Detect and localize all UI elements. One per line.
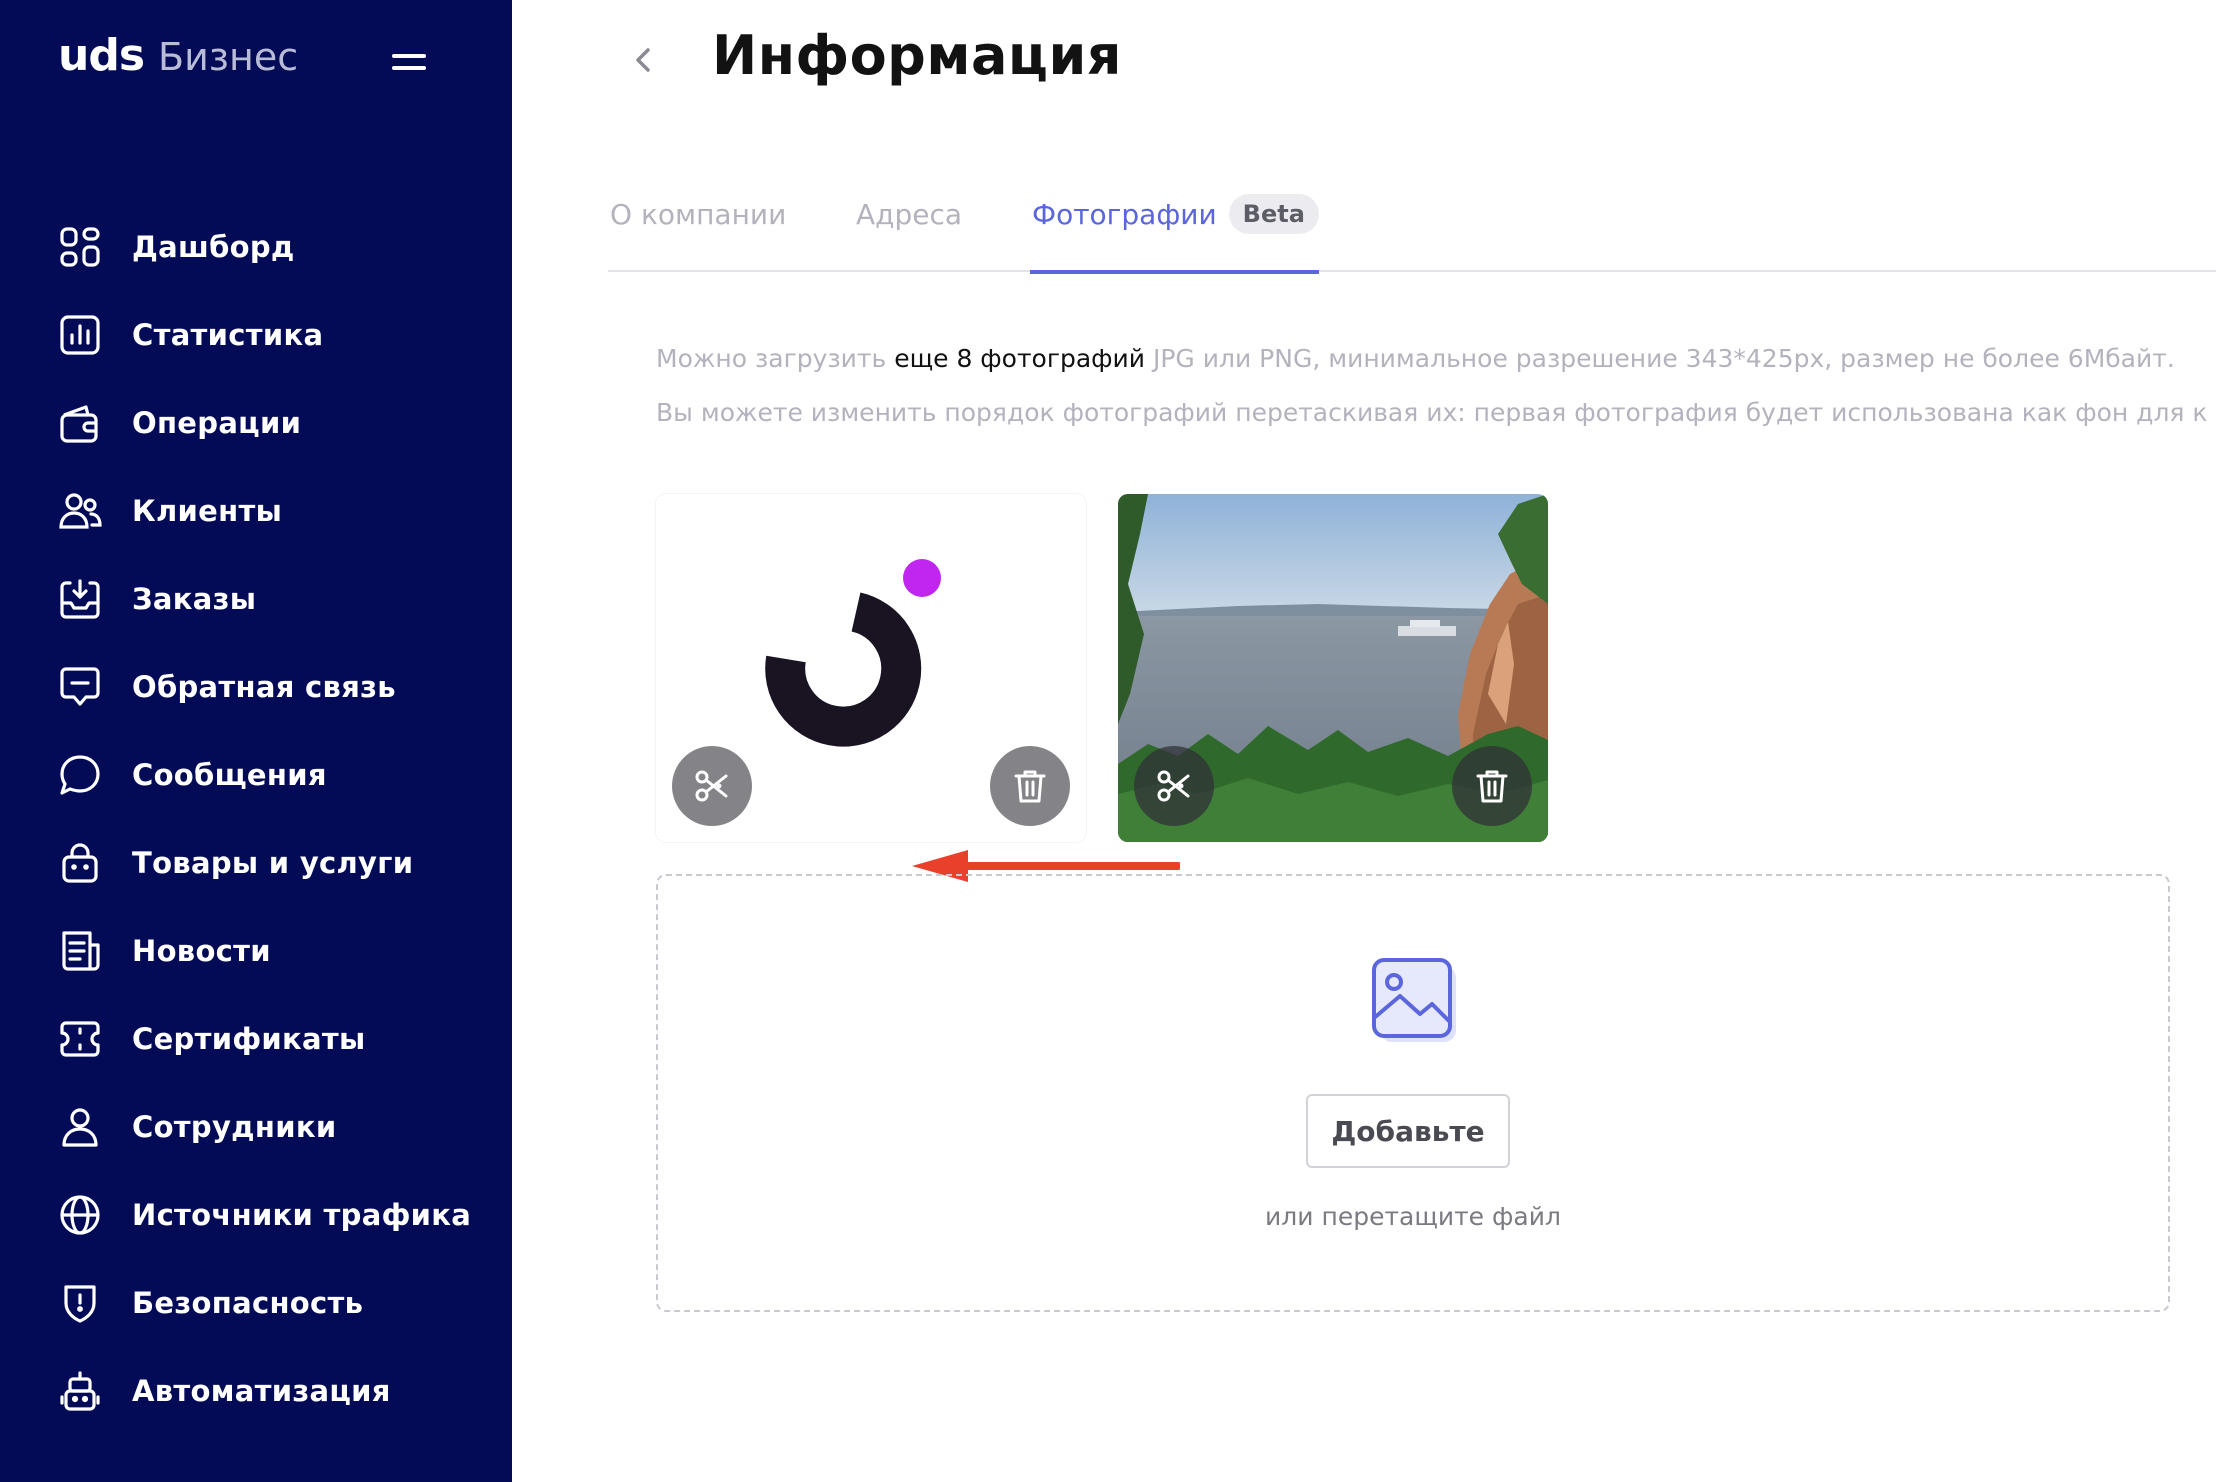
beta-badge: Beta: [1228, 194, 1319, 234]
sidebar-item-traffic-sources[interactable]: Источники трафика: [0, 1171, 512, 1259]
dropzone-hint: или перетащите файл: [1265, 1202, 1561, 1231]
orders-icon: [58, 577, 102, 621]
sidebar-item-label: Операции: [132, 406, 302, 440]
sidebar-item-goods[interactable]: Товары и услуги: [0, 819, 512, 907]
crop-button[interactable]: [1134, 746, 1214, 826]
sidebar-item-label: Источники трафика: [132, 1198, 472, 1232]
sidebar-item-messages[interactable]: Сообщения: [0, 731, 512, 819]
remaining-photos-count: еще 8 фотографий: [894, 344, 1146, 373]
info-text: JPG или PNG, минимальное разрешение 343*…: [1152, 344, 2175, 373]
photo-thumbnail-landscape[interactable]: [1118, 494, 1548, 842]
upload-info-line: Можно загрузить еще 8 фотографий JPG или…: [656, 344, 2175, 373]
goods-icon: [58, 841, 102, 885]
statistics-icon: [58, 313, 102, 357]
operations-icon: [58, 401, 102, 445]
back-chevron-icon[interactable]: [628, 40, 658, 80]
feedback-icon: [58, 665, 102, 709]
sidebar-item-label: Обратная связь: [132, 670, 396, 704]
page-title: Информация: [712, 24, 1122, 87]
sidebar: uds Бизнес Дашборд Статистика Операции К…: [0, 0, 512, 1482]
sidebar-item-employees[interactable]: Сотрудники: [0, 1083, 512, 1171]
scissors-icon: [1157, 770, 1190, 802]
sidebar-item-certificates[interactable]: Сертификаты: [0, 995, 512, 1083]
shield-icon: [58, 1281, 102, 1325]
sidebar-item-news[interactable]: Новости: [0, 907, 512, 995]
image-placeholder-icon: [1372, 958, 1456, 1042]
sidebar-item-label: Дашборд: [132, 230, 295, 264]
tab-about[interactable]: О компании: [610, 196, 786, 270]
logo-main: uds: [58, 30, 145, 81]
tab-label: Адреса: [856, 198, 963, 231]
sidebar-item-label: Статистика: [132, 318, 324, 352]
sidebar-item-dashboard[interactable]: Дашборд: [0, 203, 512, 291]
sidebar-item-clients[interactable]: Клиенты: [0, 467, 512, 555]
crop-button[interactable]: [672, 746, 752, 826]
scissors-icon: [695, 770, 728, 802]
tab-photos[interactable]: Фотографии Beta: [1030, 194, 1319, 274]
photo-thumbnail-logo[interactable]: [656, 494, 1086, 842]
logo-sub: Бизнес: [158, 35, 299, 79]
employees-icon: [58, 1105, 102, 1149]
tab-label: О компании: [610, 198, 787, 231]
add-photo-button[interactable]: Добавьте: [1306, 1094, 1510, 1168]
robot-icon: [58, 1369, 102, 1413]
tab-addresses[interactable]: Адреса: [856, 196, 962, 270]
tab-label: Фотографии: [1032, 198, 1217, 231]
photo-dropzone[interactable]: Добавьте или перетащите файл: [656, 874, 2170, 1312]
sidebar-item-label: Товары и услуги: [132, 846, 414, 880]
sidebar-item-security[interactable]: Безопасность: [0, 1259, 512, 1347]
trash-icon: [1476, 770, 1508, 803]
delete-button[interactable]: [1452, 746, 1532, 826]
info-text: Можно загрузить: [656, 344, 887, 373]
sidebar-item-label: Сообщения: [132, 758, 327, 792]
sidebar-item-operations[interactable]: Операции: [0, 379, 512, 467]
sidebar-item-label: Новости: [132, 934, 271, 968]
news-icon: [58, 929, 102, 973]
sidebar-item-feedback[interactable]: Обратная связь: [0, 643, 512, 731]
delete-button[interactable]: [990, 746, 1070, 826]
trash-icon: [1014, 770, 1046, 803]
sidebar-item-label: Заказы: [132, 582, 257, 616]
logo[interactable]: uds Бизнес: [58, 30, 298, 90]
menu-toggle-icon[interactable]: [392, 52, 426, 72]
tabs: О компании Адреса Фотографии Beta: [608, 194, 2216, 274]
sidebar-item-label: Сертификаты: [132, 1022, 366, 1056]
dashboard-icon: [58, 225, 102, 269]
sidebar-nav: Дашборд Статистика Операции Клиенты Зака…: [0, 203, 512, 1435]
messages-icon: [58, 753, 102, 797]
certificates-icon: [58, 1017, 102, 1061]
sidebar-item-orders[interactable]: Заказы: [0, 555, 512, 643]
sidebar-item-label: Клиенты: [132, 494, 283, 528]
globe-icon: [58, 1193, 102, 1237]
sidebar-item-label: Безопасность: [132, 1286, 364, 1320]
sidebar-item-statistics[interactable]: Статистика: [0, 291, 512, 379]
reorder-info-line: Вы можете изменить порядок фотографий пе…: [656, 398, 2208, 427]
sidebar-item-automation[interactable]: Автоматизация: [0, 1347, 512, 1435]
sidebar-item-label: Автоматизация: [132, 1374, 391, 1408]
clients-icon: [58, 489, 102, 533]
sidebar-item-label: Сотрудники: [132, 1110, 337, 1144]
